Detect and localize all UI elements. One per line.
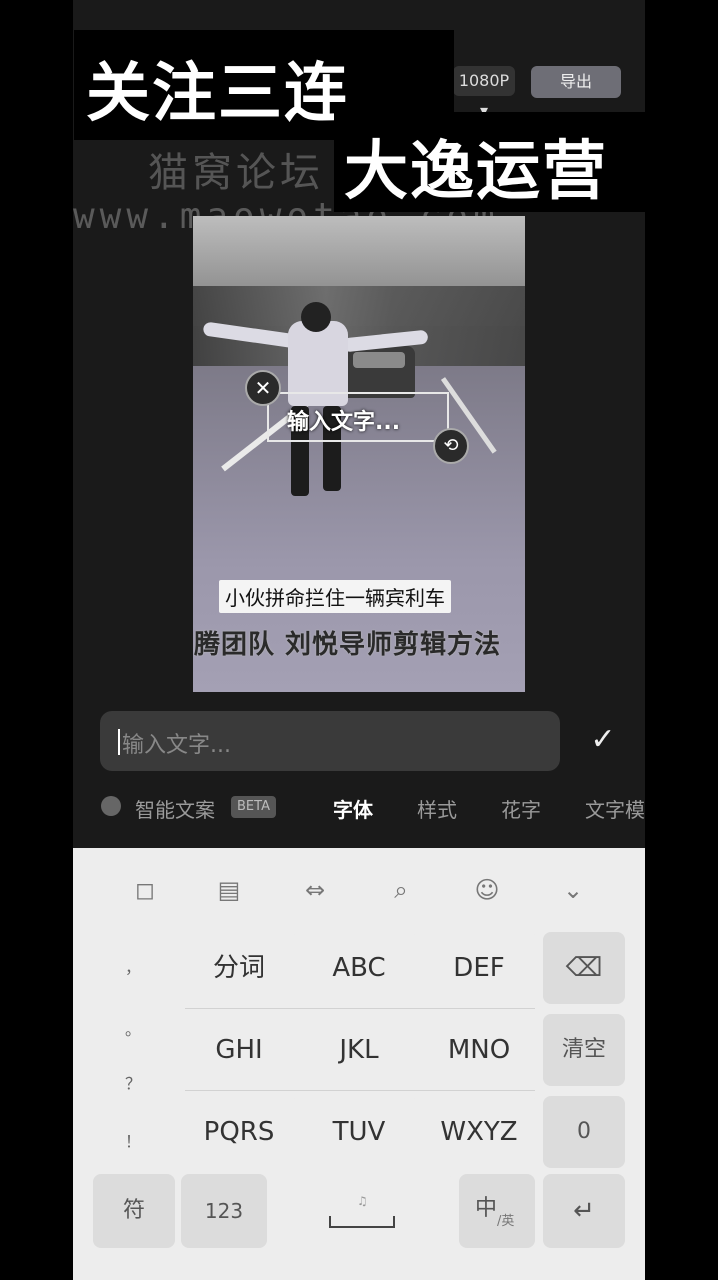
tab-text-template[interactable]: 文字模板 [585, 794, 645, 823]
video-preview[interactable]: 输入文字... ✕ ⟲ 小伙拼命拦住一辆宾利车 飞腾团队 刘悦导师剪辑方法 [193, 216, 525, 692]
mic-icon: ♫ [357, 1194, 368, 1208]
tab-smart-copy[interactable]: 智能文案 [135, 794, 215, 823]
beta-badge: BETA [231, 796, 276, 818]
key-symbols[interactable]: 符 [93, 1174, 175, 1248]
key-mno[interactable]: MNO [421, 1014, 537, 1086]
overlay-title-line1: 关注三连 [86, 57, 350, 131]
space-bar-icon [329, 1216, 395, 1228]
chevron-down-icon[interactable]: ⌄ [555, 872, 591, 908]
key-123[interactable]: 123 [181, 1174, 267, 1248]
punct-comma[interactable]: ， [125, 954, 141, 978]
key-abc[interactable]: ABC [301, 932, 417, 1004]
key-tuv[interactable]: TUV [301, 1096, 417, 1168]
confirm-check-icon[interactable]: ✓ [583, 720, 623, 760]
key-jkl[interactable]: JKL [301, 1014, 417, 1086]
key-ghi[interactable]: GHI [181, 1014, 297, 1086]
tab-font[interactable]: 字体 [333, 794, 373, 823]
key-space[interactable]: ♫ [273, 1174, 453, 1248]
close-icon[interactable]: ✕ [245, 370, 281, 406]
cursor-move-icon[interactable]: ⇔ [297, 872, 333, 908]
key-def[interactable]: DEF [421, 932, 537, 1004]
person-head [301, 302, 331, 332]
smart-copy-icon [101, 796, 121, 816]
key-fenci[interactable]: 分词 [181, 932, 297, 1004]
resolution-dropdown[interactable]: 1080P ▾ [453, 66, 515, 120]
keyboard-icon[interactable]: ▤ [211, 872, 247, 908]
watermark-brand: 猫窝论坛 [148, 150, 324, 196]
punct-question[interactable]: ？ [125, 1070, 141, 1094]
emoji-icon[interactable]: ☺ [469, 872, 505, 908]
lang-sub-label: /英 [497, 1214, 515, 1229]
rotate-scale-icon[interactable]: ⟲ [433, 428, 469, 464]
text-sticker-label: 输入文字... [287, 410, 401, 435]
overlay-title-line2: 大逸运营 [344, 135, 608, 209]
text-sticker-box[interactable]: 输入文字... [267, 392, 449, 442]
search-icon[interactable]: ⌕ [383, 872, 419, 908]
car [343, 346, 415, 398]
key-divider [185, 1008, 535, 1009]
key-enter[interactable]: ↵ [543, 1174, 625, 1248]
punct-period[interactable]: 。 [125, 1016, 141, 1040]
text-caret [118, 729, 120, 755]
lang-main-label: 中 [475, 1196, 498, 1221]
export-button[interactable]: 导出 [531, 66, 621, 98]
key-pqrs[interactable]: PQRS [181, 1096, 297, 1168]
key-zero[interactable]: 0 [543, 1096, 625, 1168]
punct-exclaim[interactable]: ！ [125, 1128, 141, 1152]
caption-watermark-text: 飞腾团队 刘悦导师剪辑方法 [193, 630, 502, 660]
caption-subtitle: 小伙拼命拦住一辆宾利车 [219, 580, 451, 613]
tab-fancy-text[interactable]: 花字 [501, 794, 541, 823]
keyboard: ◻ ▤ ⇔ ⌕ ☺ ⌄ ， 。 ？ ！ 分词 ABC DEF ⌫ GHI JKL… [73, 848, 645, 1280]
key-clear[interactable]: 清空 [543, 1014, 625, 1086]
key-divider [185, 1090, 535, 1091]
key-backspace[interactable]: ⌫ [543, 932, 625, 1004]
clipboard-icon[interactable]: ◻ [127, 872, 163, 908]
key-lang-switch[interactable]: 中 /英 [459, 1174, 535, 1248]
key-wxyz[interactable]: WXYZ [421, 1096, 537, 1168]
text-input-field[interactable]: 输入文字... [100, 711, 560, 771]
tab-style[interactable]: 样式 [417, 794, 457, 823]
text-input-placeholder: 输入文字... [122, 733, 231, 758]
